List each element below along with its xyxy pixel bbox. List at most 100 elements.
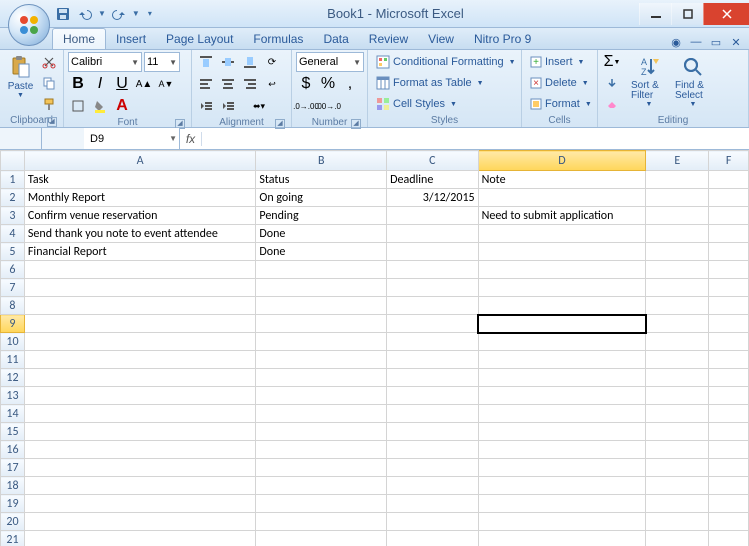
cell-F18[interactable] — [709, 477, 749, 495]
cell-A11[interactable] — [24, 351, 255, 369]
col-header-C[interactable]: C — [387, 151, 478, 171]
cell-E16[interactable] — [646, 441, 709, 459]
cell-D15[interactable] — [478, 423, 646, 441]
row-header-13[interactable]: 13 — [1, 387, 25, 405]
alignment-launcher[interactable]: ◢ — [275, 119, 285, 129]
cell-A19[interactable] — [24, 495, 255, 513]
clipboard-launcher[interactable]: ◢ — [47, 117, 57, 127]
cell-A18[interactable] — [24, 477, 255, 495]
col-header-E[interactable]: E — [646, 151, 709, 171]
cell-C2[interactable]: 3/12/2015 — [387, 189, 478, 207]
cell-E5[interactable] — [646, 243, 709, 261]
currency-button[interactable]: $ — [296, 74, 316, 94]
cell-A14[interactable] — [24, 405, 255, 423]
row-header-2[interactable]: 2 — [1, 189, 25, 207]
cell-A6[interactable] — [24, 261, 255, 279]
cell-E6[interactable] — [646, 261, 709, 279]
tab-data[interactable]: Data — [313, 29, 358, 49]
tab-insert[interactable]: Insert — [106, 29, 156, 49]
cell-C7[interactable] — [387, 279, 478, 297]
cell-F3[interactable] — [709, 207, 749, 225]
cell-E11[interactable] — [646, 351, 709, 369]
cell-D8[interactable] — [478, 297, 646, 315]
cell-E8[interactable] — [646, 297, 709, 315]
cell-B14[interactable] — [256, 405, 387, 423]
cell-D17[interactable] — [478, 459, 646, 477]
cell-D16[interactable] — [478, 441, 646, 459]
cell-C4[interactable] — [387, 225, 478, 243]
cell-F16[interactable] — [709, 441, 749, 459]
tab-view[interactable]: View — [418, 29, 464, 49]
cell-B6[interactable] — [256, 261, 387, 279]
cell-D6[interactable] — [478, 261, 646, 279]
comma-button[interactable]: , — [340, 74, 360, 94]
number-launcher[interactable]: ◢ — [351, 119, 361, 129]
tab-home[interactable]: Home — [52, 28, 106, 49]
merge-button[interactable]: ⬌▾ — [240, 96, 278, 116]
align-top-button[interactable] — [196, 52, 216, 72]
cell-E3[interactable] — [646, 207, 709, 225]
insert-function-button[interactable]: fx — [180, 132, 202, 146]
save-icon[interactable] — [54, 5, 72, 23]
cell-F6[interactable] — [709, 261, 749, 279]
decrease-indent-button[interactable] — [196, 96, 216, 116]
col-header-D[interactable]: D — [478, 151, 646, 171]
cell-C20[interactable] — [387, 513, 478, 531]
cell-B9[interactable] — [256, 315, 387, 333]
cell-A16[interactable] — [24, 441, 255, 459]
cell-E21[interactable] — [646, 531, 709, 546]
cell-E19[interactable] — [646, 495, 709, 513]
cell-styles-button[interactable]: Cell Styles▼ — [372, 94, 520, 114]
cell-C6[interactable] — [387, 261, 478, 279]
cell-B19[interactable] — [256, 495, 387, 513]
cell-C11[interactable] — [387, 351, 478, 369]
cell-B7[interactable] — [256, 279, 387, 297]
cell-C3[interactable] — [387, 207, 478, 225]
cell-B11[interactable] — [256, 351, 387, 369]
cell-B17[interactable] — [256, 459, 387, 477]
row-header-17[interactable]: 17 — [1, 459, 25, 477]
cell-C16[interactable] — [387, 441, 478, 459]
cell-A7[interactable] — [24, 279, 255, 297]
close-workbook-icon[interactable]: ✕ — [729, 35, 743, 49]
office-button[interactable] — [8, 4, 50, 46]
cell-C14[interactable] — [387, 405, 478, 423]
cell-B1[interactable]: Status — [256, 171, 387, 189]
cell-A3[interactable]: Confirm venue reservation — [24, 207, 255, 225]
orientation-button[interactable]: ⟳ — [262, 52, 282, 72]
namebox-dropdown-icon[interactable]: ▼ — [169, 134, 177, 143]
cell-A2[interactable]: Monthly Report — [24, 189, 255, 207]
cell-C1[interactable]: Deadline — [387, 171, 478, 189]
cell-A8[interactable] — [24, 297, 255, 315]
cell-A12[interactable] — [24, 369, 255, 387]
cell-F5[interactable] — [709, 243, 749, 261]
cell-F10[interactable] — [709, 333, 749, 351]
cell-E12[interactable] — [646, 369, 709, 387]
cell-D1[interactable]: Note — [478, 171, 646, 189]
cell-C8[interactable] — [387, 297, 478, 315]
clear-button[interactable] — [602, 94, 622, 114]
cell-D11[interactable] — [478, 351, 646, 369]
cell-F1[interactable] — [709, 171, 749, 189]
row-header-11[interactable]: 11 — [1, 351, 25, 369]
row-header-15[interactable]: 15 — [1, 423, 25, 441]
cell-F4[interactable] — [709, 225, 749, 243]
insert-cells-button[interactable]: +Insert▼ — [526, 52, 596, 72]
cell-D4[interactable] — [478, 225, 646, 243]
cell-C12[interactable] — [387, 369, 478, 387]
close-button[interactable] — [703, 3, 749, 25]
row-header-10[interactable]: 10 — [1, 333, 25, 351]
help-icon[interactable]: ◉ — [669, 35, 683, 49]
maximize-button[interactable] — [671, 3, 703, 25]
cell-B12[interactable] — [256, 369, 387, 387]
wrap-text-button[interactable]: ↩ — [262, 74, 282, 94]
border-button[interactable] — [68, 96, 88, 116]
align-right-button[interactable] — [240, 74, 260, 94]
cell-E10[interactable] — [646, 333, 709, 351]
cell-F13[interactable] — [709, 387, 749, 405]
find-select-button[interactable]: Find & Select▼ — [672, 52, 714, 111]
minimize-button[interactable] — [639, 3, 671, 25]
col-header-F[interactable]: F — [709, 151, 749, 171]
increase-indent-button[interactable] — [218, 96, 238, 116]
name-box[interactable]: D9▼ — [84, 128, 180, 149]
